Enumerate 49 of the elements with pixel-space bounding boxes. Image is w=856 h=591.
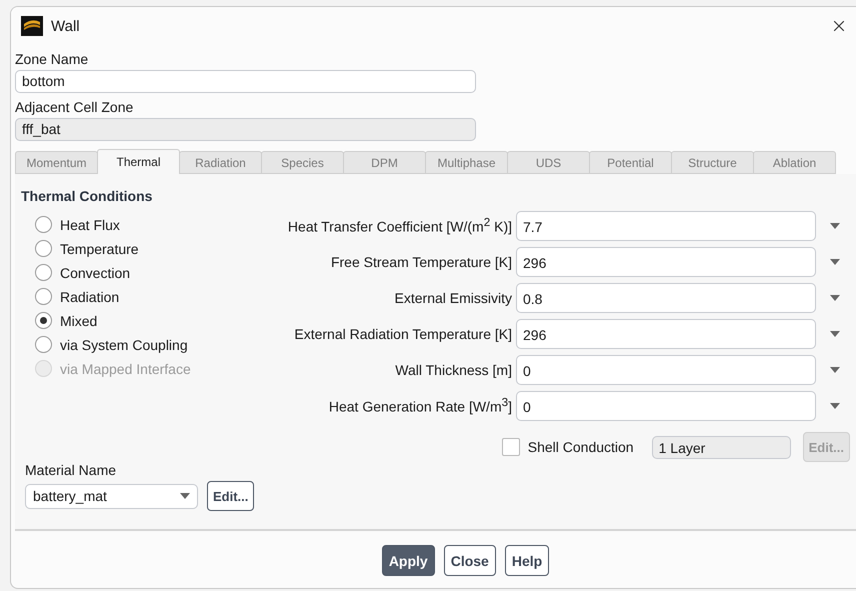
parameter-field[interactable]: 0.8	[516, 282, 816, 312]
parameter-field[interactable]: 0	[516, 390, 816, 420]
dropdown-caret-icon[interactable]	[830, 222, 840, 228]
parameter-label: External Radiation Temperature [K]	[293, 326, 512, 342]
radio-button[interactable]	[35, 216, 52, 233]
radio-label: Temperature	[60, 240, 139, 256]
tab[interactable]: Thermal	[97, 149, 180, 174]
radio-label: via Mapped Interface	[60, 360, 191, 376]
caret-icon	[180, 493, 190, 499]
radio-button[interactable]	[35, 312, 52, 329]
app-logo-icon	[21, 16, 43, 36]
dropdown-caret-icon[interactable]	[830, 258, 840, 264]
dialog-button[interactable]: Close	[444, 545, 496, 576]
window-title: Wall	[51, 18, 81, 34]
parameter-label: External Emissivity	[394, 290, 512, 306]
dropdown-caret-icon[interactable]	[830, 294, 840, 300]
field-label: Zone Name	[15, 51, 90, 68]
radio-label: Heat Flux	[60, 216, 120, 232]
radio-label: Radiation	[60, 288, 120, 304]
checkbox-label: Shell Conduction	[528, 439, 634, 455]
apply-button[interactable]: Apply	[382, 545, 435, 576]
parameter-label: Heat Transfer Coefficient [W/(m$^{2}$ K)]	[286, 216, 512, 235]
cell-zone-field[interactable]: fff_bat	[15, 118, 476, 141]
parameter-field[interactable]: 0	[516, 354, 816, 384]
zone-name-field[interactable]: bottom	[15, 70, 476, 93]
field-label: Adjacent Cell Zone	[15, 99, 134, 116]
dialog-button[interactable]: Help	[504, 545, 550, 576]
radio-button[interactable]	[35, 240, 52, 257]
parameter-field[interactable]: 296	[516, 318, 816, 348]
parameter-label: Free Stream Temperature [K]	[330, 254, 512, 270]
parameter-label: Wall Thickness [m]	[394, 362, 512, 378]
dropdown-caret-icon[interactable]	[830, 402, 840, 408]
radio-label: Mixed	[60, 312, 98, 328]
parameter-field[interactable]: 7.7	[516, 210, 816, 240]
radio-button[interactable]	[35, 336, 52, 353]
field-label: Material Name	[25, 462, 118, 479]
parameter-field[interactable]: 296	[516, 246, 816, 276]
radio-button[interactable]	[35, 264, 52, 281]
layers-field[interactable]: 1 Layer	[652, 436, 791, 458]
edit-button[interactable]: Edit...	[207, 481, 254, 511]
radio-button[interactable]	[35, 288, 52, 305]
radio-label: Convection	[60, 264, 130, 280]
material-dropdown[interactable]: battery_mat	[25, 484, 198, 508]
checkbox[interactable]	[502, 438, 520, 456]
parameter-label: Heat Generation Rate [W/m$^{3}$]	[328, 396, 512, 415]
dropdown-caret-icon[interactable]	[830, 366, 840, 372]
radio-label: via System Coupling	[60, 336, 188, 352]
dropdown-caret-icon[interactable]	[830, 330, 840, 336]
section-title: Thermal Conditions	[21, 188, 154, 204]
